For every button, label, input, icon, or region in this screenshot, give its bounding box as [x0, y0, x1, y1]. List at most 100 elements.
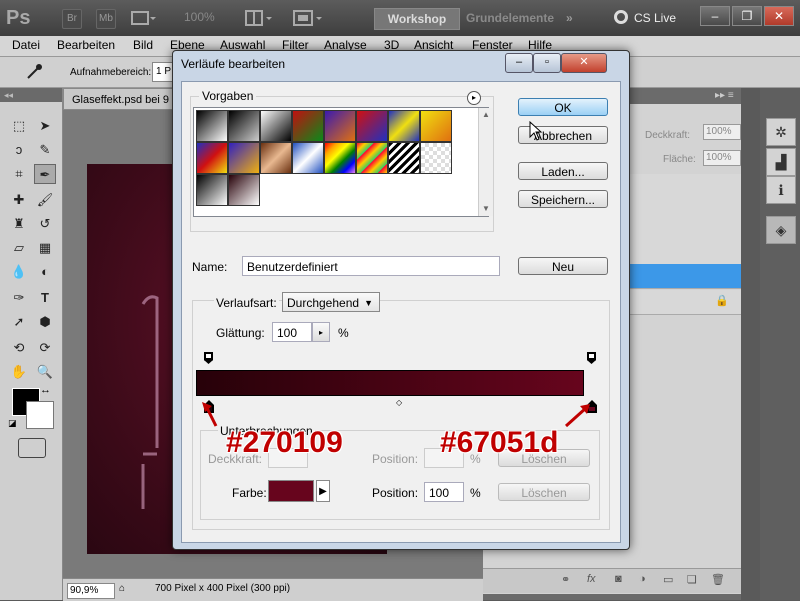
adjustment-layer-icon[interactable]: ◑: [639, 573, 646, 585]
quick-mask-icon[interactable]: [18, 438, 46, 458]
preset-swatch[interactable]: [356, 142, 388, 174]
navigator-icon[interactable]: ✲: [766, 118, 796, 146]
preset-swatch[interactable]: [196, 142, 228, 174]
arrange-documents-icon[interactable]: [244, 9, 274, 27]
scroll-down-icon[interactable]: ▼: [482, 204, 490, 213]
tools-panel-header[interactable]: ◂◂: [0, 88, 62, 102]
preset-swatch[interactable]: [196, 174, 228, 206]
preset-swatch[interactable]: [324, 142, 356, 174]
smoothness-slider-icon[interactable]: ▸: [312, 322, 330, 342]
preset-swatch[interactable]: [388, 110, 420, 142]
default-colors-icon[interactable]: ◪: [8, 418, 17, 429]
workspace-grundelemente-button[interactable]: Grundelemente: [462, 8, 558, 28]
shape-tool-icon[interactable]: ⬢: [34, 312, 56, 332]
preset-swatch[interactable]: [228, 174, 260, 206]
opacity-stop-left[interactable]: [203, 351, 214, 364]
preset-swatch[interactable]: [420, 142, 452, 174]
minibridge-button[interactable]: Mb: [96, 9, 116, 29]
pen-tool-icon[interactable]: ✑: [8, 288, 30, 308]
hand-tool-icon[interactable]: ✋: [8, 362, 30, 382]
new-button[interactable]: Neu: [518, 257, 608, 275]
zoom-level[interactable]: 100%: [184, 10, 215, 24]
preset-swatch[interactable]: [260, 142, 292, 174]
name-input[interactable]: Benutzerdefiniert: [242, 256, 500, 276]
screen-mode-icon[interactable]: [292, 9, 326, 27]
close-icon[interactable]: ✕: [764, 6, 794, 26]
workspace-workshop-button[interactable]: Workshop: [374, 8, 460, 30]
presets-menu-icon[interactable]: ▸: [467, 91, 481, 105]
scroll-up-icon[interactable]: ▲: [482, 110, 490, 119]
layer-style-icon[interactable]: fx: [587, 573, 596, 585]
preset-swatch[interactable]: [324, 110, 356, 142]
smoothness-input[interactable]: 100: [272, 322, 312, 342]
move-tool-icon[interactable]: ➤: [34, 116, 56, 136]
more-workspaces-button[interactable]: »: [566, 8, 590, 28]
gradient-midpoint-icon[interactable]: ◇: [396, 398, 402, 407]
marquee-tool-icon[interactable]: ⬚: [8, 116, 30, 136]
blur-tool-icon[interactable]: 💧: [8, 262, 30, 282]
crop-tool-icon[interactable]: ⌗: [8, 164, 30, 184]
layers-icon[interactable]: ◈: [766, 216, 796, 244]
gradient-type-select[interactable]: Durchgehend ▼: [282, 292, 380, 312]
3d-orbit-tool-icon[interactable]: ⟳: [34, 338, 56, 358]
layer-fill-field[interactable]: 100%: [703, 150, 741, 166]
path-selection-tool-icon[interactable]: ➚: [8, 312, 30, 332]
layer-opacity-field[interactable]: 100%: [703, 124, 741, 140]
cs-live-menu[interactable]: CS Live: [634, 8, 676, 28]
link-layers-icon[interactable]: ⚭: [561, 573, 570, 586]
preset-swatch[interactable]: [292, 142, 324, 174]
healing-brush-tool-icon[interactable]: ✚: [8, 190, 30, 210]
preset-swatch[interactable]: [356, 110, 388, 142]
3d-rotate-tool-icon[interactable]: ⟲: [8, 338, 30, 358]
preset-swatch[interactable]: [260, 110, 292, 142]
brush-tool-icon[interactable]: 🖌: [34, 190, 56, 210]
menu-bild[interactable]: Bild: [133, 38, 153, 52]
document-tab[interactable]: Glaseffekt.psd bei 9: [63, 88, 183, 110]
restore-icon[interactable]: ❐: [732, 6, 762, 26]
stop-color-swatch[interactable]: [268, 480, 314, 502]
menu-datei[interactable]: Datei: [12, 38, 40, 52]
preset-swatch[interactable]: [228, 110, 260, 142]
history-brush-tool-icon[interactable]: ↺: [34, 214, 56, 234]
swap-colors-icon[interactable]: ↔: [40, 384, 51, 396]
preset-swatch[interactable]: [196, 110, 228, 142]
view-extras-icon[interactable]: [130, 9, 156, 27]
stop-color-menu-icon[interactable]: ▶: [316, 480, 330, 502]
dialog-minimize-icon[interactable]: –: [505, 53, 533, 73]
preset-swatch[interactable]: [388, 142, 420, 174]
ok-button[interactable]: OK: [518, 98, 608, 116]
preset-swatch[interactable]: [420, 110, 452, 142]
eyedropper-tool-icon[interactable]: ✒: [34, 164, 56, 184]
load-button[interactable]: Laden...: [518, 162, 608, 180]
stamp-tool-icon[interactable]: ♜: [8, 214, 30, 234]
delete-layer-icon[interactable]: 🗑: [711, 573, 725, 586]
background-color-swatch[interactable]: [26, 401, 54, 429]
stop-color-position-input[interactable]: 100: [424, 482, 464, 502]
menu-bearbeiten[interactable]: Bearbeiten: [57, 38, 115, 52]
bridge-button[interactable]: Br: [62, 9, 82, 29]
zoom-field[interactable]: 90,9%: [67, 583, 115, 599]
new-group-icon[interactable]: ▭: [663, 573, 673, 586]
panel-collapse-icon[interactable]: ▸▸ ≡: [715, 90, 734, 101]
zoom-tool-icon[interactable]: 🔍: [34, 362, 56, 382]
presets-scrollbar[interactable]: ▲ ▼: [478, 108, 493, 216]
histogram-icon[interactable]: ▟: [766, 148, 796, 176]
save-button[interactable]: Speichern...: [518, 190, 608, 208]
layer-mask-icon[interactable]: ◙: [615, 573, 622, 585]
type-tool-icon[interactable]: T: [34, 288, 56, 308]
lasso-tool-icon[interactable]: ↄ: [8, 140, 30, 160]
gradient-tool-icon[interactable]: ▦: [34, 238, 56, 258]
dialog-close-icon[interactable]: ✕: [561, 53, 607, 73]
quick-selection-tool-icon[interactable]: ✎: [34, 140, 56, 160]
new-layer-icon[interactable]: ❏: [687, 573, 697, 586]
dialog-maximize-icon[interactable]: ▫: [533, 53, 561, 73]
gradient-bar[interactable]: [196, 370, 584, 396]
preset-swatch[interactable]: [292, 110, 324, 142]
status-icon[interactable]: ⌂: [119, 583, 125, 594]
opacity-stop-right[interactable]: [586, 351, 597, 364]
info-icon[interactable]: ℹ: [766, 176, 796, 204]
preset-swatch[interactable]: [228, 142, 260, 174]
dodge-tool-icon[interactable]: ◐: [34, 262, 56, 282]
eraser-tool-icon[interactable]: ▱: [8, 238, 30, 258]
eyedropper-icon[interactable]: [24, 63, 44, 81]
